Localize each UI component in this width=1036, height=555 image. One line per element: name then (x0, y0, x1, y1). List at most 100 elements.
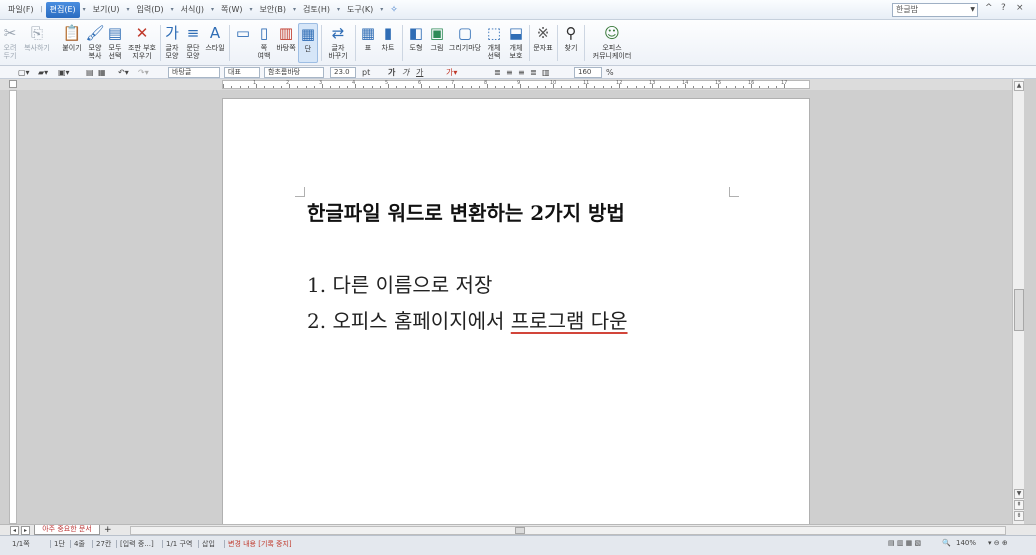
line-spacing-input[interactable]: 160 (574, 67, 602, 78)
underline-button[interactable]: 가 (416, 67, 423, 78)
scroll-down-icon[interactable]: ▼ (1014, 489, 1024, 499)
menu-review[interactable]: 검토(H) (299, 2, 334, 18)
scroll-thumb[interactable] (1014, 289, 1024, 331)
style-select[interactable]: 바탕글 (168, 67, 220, 78)
menu-page[interactable]: 쪽(W) (217, 2, 247, 18)
new-doc-icon[interactable]: ▢▾ (18, 67, 30, 78)
horizontal-ruler[interactable]: 1 2 3 4 5 6 7 8 9 10 11 12 13 14 15 16 17 (222, 80, 810, 89)
picture-button[interactable]: ▣ 그림 (428, 23, 446, 63)
document-line-2[interactable]: 2. 오피스 홈페이지에서 프로그램 다운 (307, 305, 628, 334)
zoom-icon[interactable]: 🔍 (942, 539, 951, 547)
page-view-button[interactable]: ▭ (233, 23, 253, 63)
chevron-down-icon[interactable]: ▾ (334, 6, 343, 13)
replace-char-button[interactable]: ⇄ 글자 바꾸기 (325, 23, 351, 63)
distribute-icon[interactable]: ▥ (542, 67, 550, 78)
ruler-tick (726, 86, 728, 88)
bold-button[interactable]: 가 (388, 67, 395, 78)
language-select[interactable]: 대표 (224, 67, 260, 78)
style-button[interactable]: A 스타일 (204, 23, 226, 63)
view-mode-icon[interactable]: ▤ ▥ ▦ ▧ (888, 539, 921, 547)
ruler-corner[interactable] (9, 80, 17, 88)
ribbon-collapse-icon[interactable]: ^ (985, 3, 993, 13)
chevron-down-icon[interactable]: ▾ (290, 6, 299, 13)
font-select[interactable]: 함초롬바탕 (264, 67, 324, 78)
tab-prev-icon[interactable]: ◂ (10, 526, 19, 535)
redo-icon[interactable]: ↷▾ (138, 67, 149, 78)
menu-edit[interactable]: 편집(E) (45, 1, 80, 18)
style-combo[interactable]: 한글밥 ▼ (892, 3, 978, 17)
char-shape-button[interactable]: 가 글자 모양 (163, 23, 181, 63)
justify-icon[interactable]: ≣ (530, 67, 537, 78)
vertical-scrollbar[interactable]: ▲ ▼ ⇞ ⇟ (1012, 79, 1024, 524)
horizontal-scrollbar[interactable] (130, 526, 1006, 535)
tab-document[interactable]: 아주 중요한 문서 (34, 525, 100, 535)
undo-icon[interactable]: ↶▾ (118, 67, 129, 78)
document-line-1[interactable]: 1. 다른 이름으로 저장 (307, 269, 492, 298)
para-shape-button[interactable]: ≡ 문단 모양 (184, 23, 202, 63)
preview-icon[interactable]: ▦ (98, 67, 106, 78)
chevron-down-icon[interactable]: ▾ (208, 6, 217, 13)
chart-button[interactable]: ▮ 차트 (379, 23, 397, 63)
open-folder-icon[interactable]: ▰▾ (38, 67, 48, 78)
close-icon[interactable]: × (1016, 3, 1024, 13)
hscroll-thumb[interactable] (515, 527, 525, 534)
chevron-down-icon[interactable]: ▾ (123, 6, 132, 13)
line-spacing-unit[interactable]: % (606, 67, 614, 78)
find-button[interactable]: ⚲ 찾기 (561, 23, 581, 63)
zoom-controls-icon[interactable]: ▾ ⊖ ⊕ (988, 539, 1008, 547)
font-size-input[interactable]: 23.0 (330, 67, 356, 78)
add-tab-button[interactable]: + (104, 525, 112, 535)
next-page-icon[interactable]: ⇟ (1014, 511, 1024, 521)
symbol-button[interactable]: ※ 문자표 (532, 23, 554, 63)
shape-button[interactable]: ◧ 도형 (406, 23, 426, 63)
help-icon[interactable]: ? (1001, 3, 1006, 13)
clipart-icon: ▢ (457, 24, 473, 42)
object-protect-button[interactable]: ⬓ 개체 보호 (506, 23, 526, 63)
ruler-number: 5 (385, 80, 389, 86)
italic-button[interactable]: 가 (402, 67, 409, 78)
chevron-down-icon[interactable]: ▾ (247, 6, 256, 13)
columns-button[interactable]: ▦ 단 (298, 23, 318, 63)
table-button[interactable]: ▦ 표 (359, 23, 377, 63)
ruler-tick (561, 86, 563, 88)
page-margin-button[interactable]: ▯ 쪽 여백 (255, 23, 273, 63)
copy-button[interactable]: ⎘ 복사하기 (20, 23, 54, 63)
paste-button[interactable]: 📋 붙이기 (60, 23, 84, 63)
chevron-down-icon[interactable]: ▼ (970, 4, 975, 16)
prev-page-icon[interactable]: ⇞ (1014, 500, 1024, 510)
tab-next-icon[interactable]: ▸ (21, 526, 30, 535)
master-page-button[interactable]: ▥ 바탕쪽 (276, 23, 296, 63)
menu-format[interactable]: 서식(J) (177, 2, 208, 18)
print-icon[interactable]: ▤ (86, 67, 94, 78)
clear-codes-button[interactable]: ✕ 조판 부호 지우기 (126, 23, 158, 63)
save-icon[interactable]: ▣▾ (58, 67, 70, 78)
object-select-button[interactable]: ⬚ 개체 선택 (484, 23, 504, 63)
chevron-down-icon[interactable]: ▾ (168, 6, 177, 13)
select-all-button[interactable]: ▤ 모두 선택 (106, 23, 124, 63)
menu-view[interactable]: 보기(U) (89, 2, 124, 18)
document-title[interactable]: 한글파일 워드로 변환하는 2가지 방법 (307, 197, 625, 226)
ruler-tick (445, 86, 447, 88)
align-center-icon[interactable]: ≡ (506, 67, 513, 78)
menu-insert[interactable]: 입력(D) (133, 2, 168, 18)
cut-button[interactable]: ✂ 오려 두기 (2, 23, 18, 63)
communicator-button[interactable]: ☺ 오피스 커뮤니케이터 (590, 23, 634, 63)
align-left-icon[interactable]: ≣ (494, 67, 501, 78)
menu-file[interactable]: 파일(F) (4, 2, 38, 18)
vertical-ruler[interactable] (9, 90, 17, 524)
format-copy-button[interactable]: 🖌 모양 복사 (85, 23, 104, 63)
status-change-tracking[interactable]: 변경 내용 [기록 중지] (224, 539, 292, 549)
font-color-icon[interactable]: 가▾ (446, 67, 457, 78)
font-size-unit[interactable]: pt (362, 67, 370, 78)
document-page[interactable]: 한글파일 워드로 변환하는 2가지 방법 1. 다른 이름으로 저장 2. 오피… (222, 98, 810, 524)
status-mode[interactable]: 삽입 (198, 539, 215, 549)
menu-security[interactable]: 보안(B) (256, 2, 290, 18)
clipart-button[interactable]: ▢ 그리기마당 (448, 23, 482, 63)
status-zoom[interactable]: 140% (956, 539, 976, 547)
menu-more-icon[interactable]: ✧ (386, 5, 402, 15)
chevron-down-icon[interactable]: ▾ (377, 6, 386, 13)
scroll-up-icon[interactable]: ▲ (1014, 81, 1024, 91)
chevron-down-icon[interactable]: ▾ (80, 6, 89, 13)
menu-tools[interactable]: 도구(K) (343, 2, 377, 18)
align-right-icon[interactable]: ≡ (518, 67, 525, 78)
